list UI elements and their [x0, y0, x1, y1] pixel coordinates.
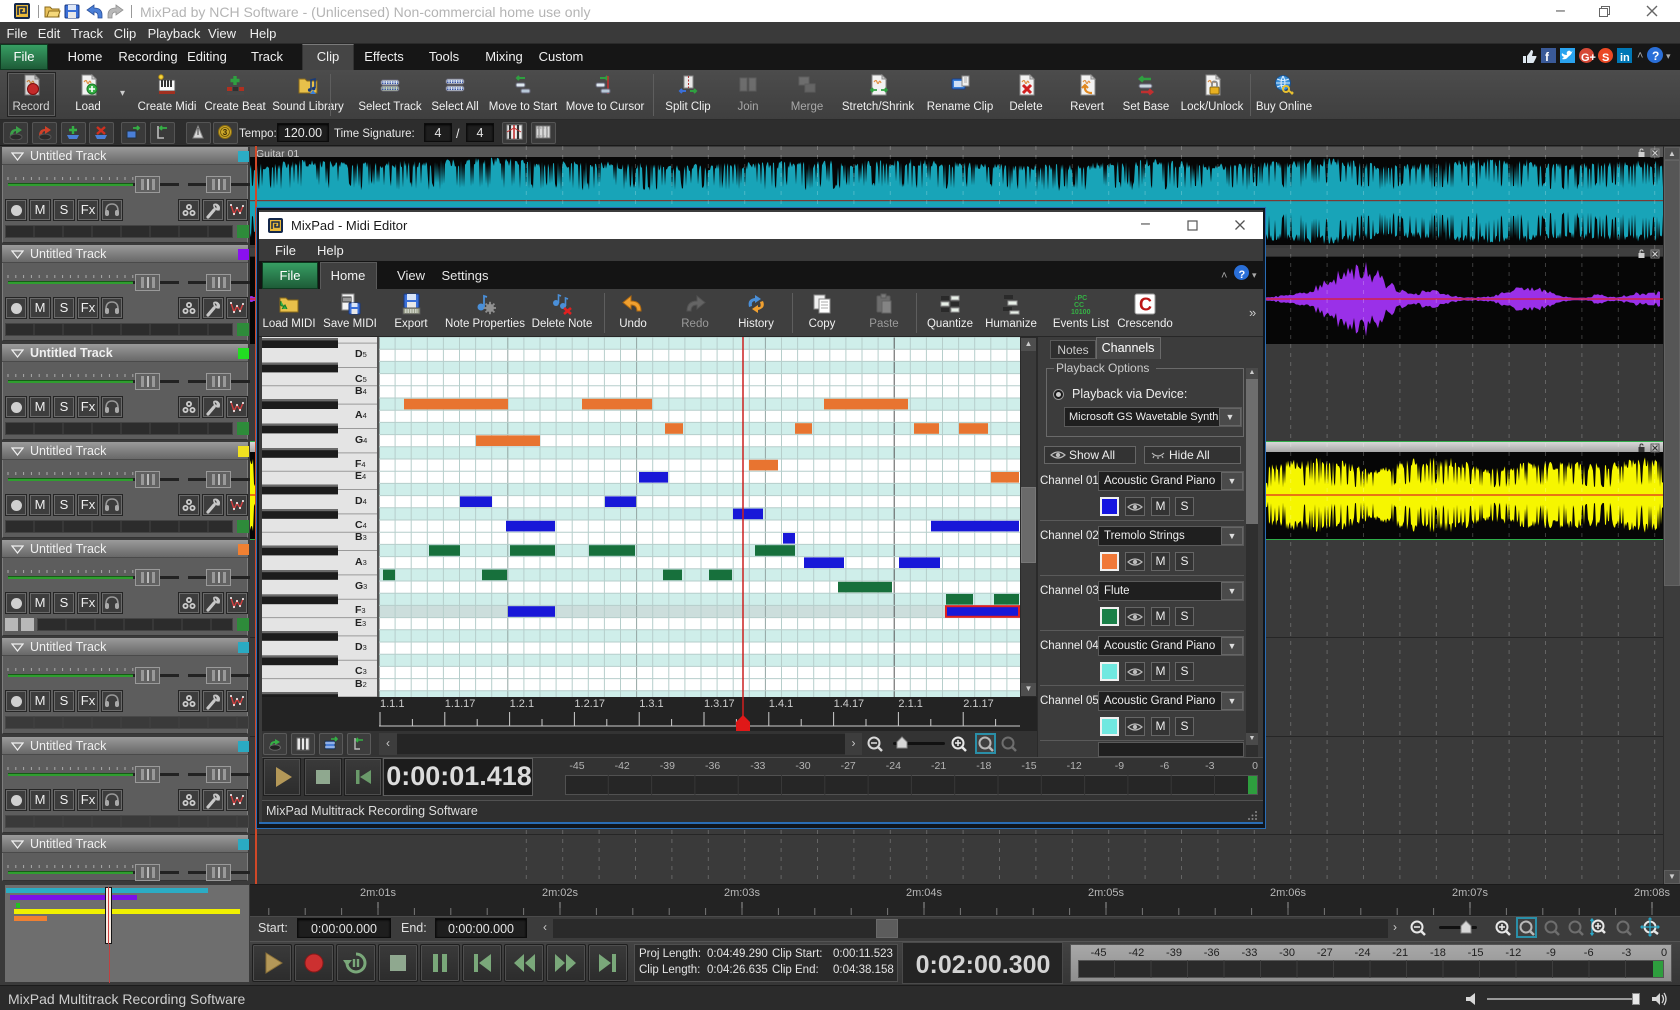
svg-text:3: 3: [223, 128, 228, 137]
svg-text:CC: CC: [1074, 302, 1084, 309]
svg-text:C: C: [1139, 295, 1152, 315]
svg-text:♪PC: ♪PC: [1074, 295, 1087, 302]
svg-text:10100: 10100: [1071, 309, 1091, 315]
